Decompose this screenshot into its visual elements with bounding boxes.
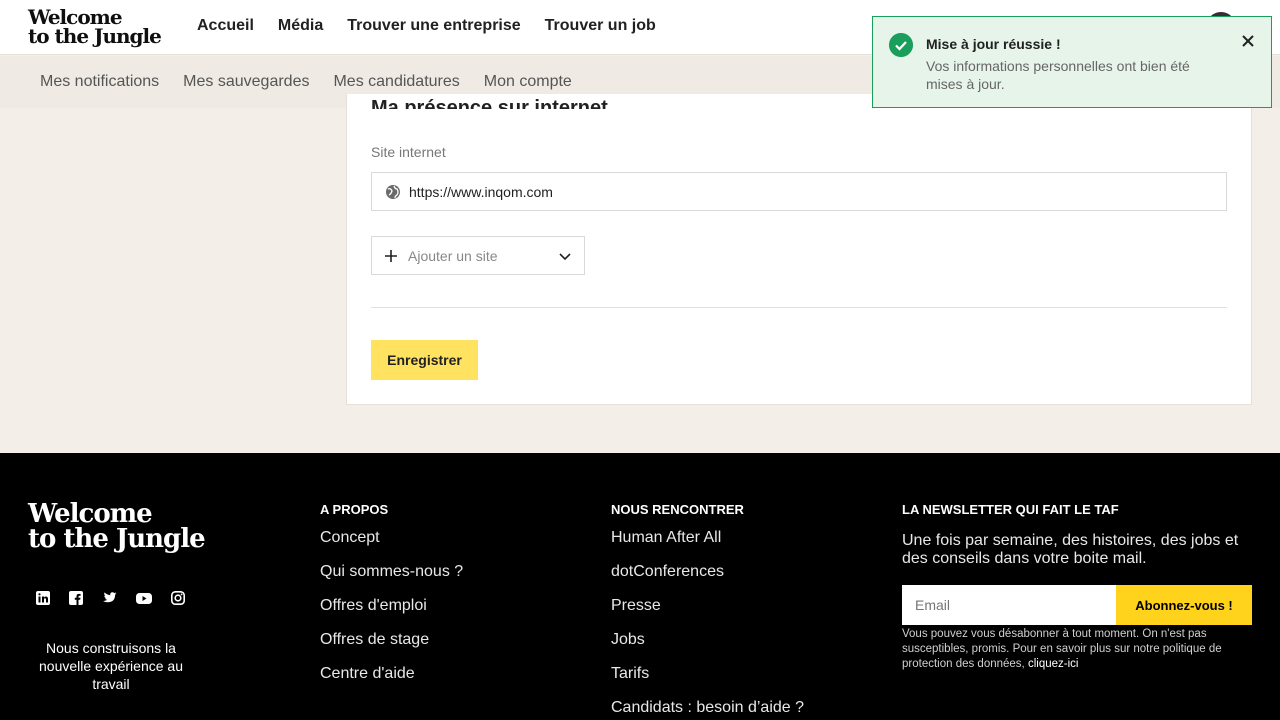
website-field[interactable] [371,172,1227,211]
email-field[interactable] [902,585,1116,625]
nav-trouver-entreprise[interactable]: Trouver une entreprise [347,17,520,35]
footer-logo[interactable]: Welcome to the Jungle [28,501,206,554]
subnav-notifications[interactable]: Mes notifications [40,73,159,91]
facebook-icon[interactable] [69,591,83,605]
subnav-mon-compte[interactable]: Mon compte [484,73,572,91]
toast-title: Mise à jour réussie ! [926,36,1061,52]
youtube-icon[interactable] [136,591,152,605]
footer-link-candidats-aide[interactable]: Candidats : besoin d’aide ? [611,699,804,717]
subnav-sauvegardes[interactable]: Mes sauvegardes [183,73,309,91]
brand-logo[interactable]: Welcome to the Jungle [28,7,162,48]
social-links [36,591,185,605]
site-label: Site internet [371,144,446,160]
footer-col-title: NOUS RENCONTRER [611,502,744,517]
toast-message: Vos informations personnelles ont bien é… [926,58,1190,92]
chevron-down-icon [559,253,571,261]
plus-icon [385,249,397,262]
nav-accueil[interactable]: Accueil [197,17,254,35]
footer-link-jobs[interactable]: Jobs [611,631,804,649]
footer-link-offres-emploi[interactable]: Offres d'emploi [320,597,463,615]
add-site-label: Ajouter un site [408,247,498,264]
globe-icon [386,184,400,199]
section-title: Ma présence sur internet [371,97,608,109]
subnav-candidatures[interactable]: Mes candidatures [333,73,459,91]
success-toast: Mise à jour réussie ! Vos informations p… [872,16,1272,108]
footer-col-rencontrer: NOUS RENCONTRER Human After All dotConfe… [611,502,804,720]
nav-trouver-job[interactable]: Trouver un job [545,17,656,35]
instagram-icon[interactable] [171,591,185,605]
subscribe-button[interactable]: Abonnez-vous ! [1116,585,1252,625]
footer-link-qui-sommes-nous[interactable]: Qui sommes-nous ? [320,563,463,581]
footer-tagline: Nous construisons la nouvelle expérience… [39,640,183,692]
footer-link-concept[interactable]: Concept [320,529,463,547]
newsletter-form: Abonnez-vous ! [902,585,1252,625]
logo-line-2: to the Jungle [28,24,162,48]
twitter-icon[interactable] [102,591,117,605]
footer-link-dotconferences[interactable]: dotConferences [611,563,804,581]
check-circle-icon [889,33,913,57]
footer-logo-line-2: to the Jungle [28,524,206,554]
privacy-link[interactable]: cliquez-ici [1028,658,1079,670]
newsletter-legal: Vous pouvez vous désabonner à tout momen… [902,627,1250,672]
website-input[interactable] [409,183,1189,200]
footer-link-tarifs[interactable]: Tarifs [611,665,804,683]
nav-media[interactable]: Média [278,17,323,35]
footer-link-presse[interactable]: Presse [611,597,804,615]
divider [371,307,1227,308]
footer-col-title: A PROPOS [320,502,389,517]
newsletter-title: LA NEWSLETTER QUI FAIT LE TAF [902,502,1119,517]
footer-link-centre-aide[interactable]: Centre d'aide [320,665,463,683]
add-site-dropdown[interactable]: Ajouter un site [371,236,585,275]
footer-link-offres-stage[interactable]: Offres de stage [320,631,463,649]
close-icon[interactable] [1240,33,1256,49]
footer-link-human-after-all[interactable]: Human After All [611,529,804,547]
linkedin-icon[interactable] [36,591,50,605]
newsletter-text: Une fois par semaine, des histoires, des… [902,532,1239,567]
footer-col-apropos: A PROPOS Concept Qui sommes-nous ? Offre… [320,502,463,699]
main-nav: Accueil Média Trouver une entreprise Tro… [197,17,656,35]
site-footer: Welcome to the Jungle Nous construisons … [0,453,1280,720]
save-button[interactable]: Enregistrer [371,340,478,380]
